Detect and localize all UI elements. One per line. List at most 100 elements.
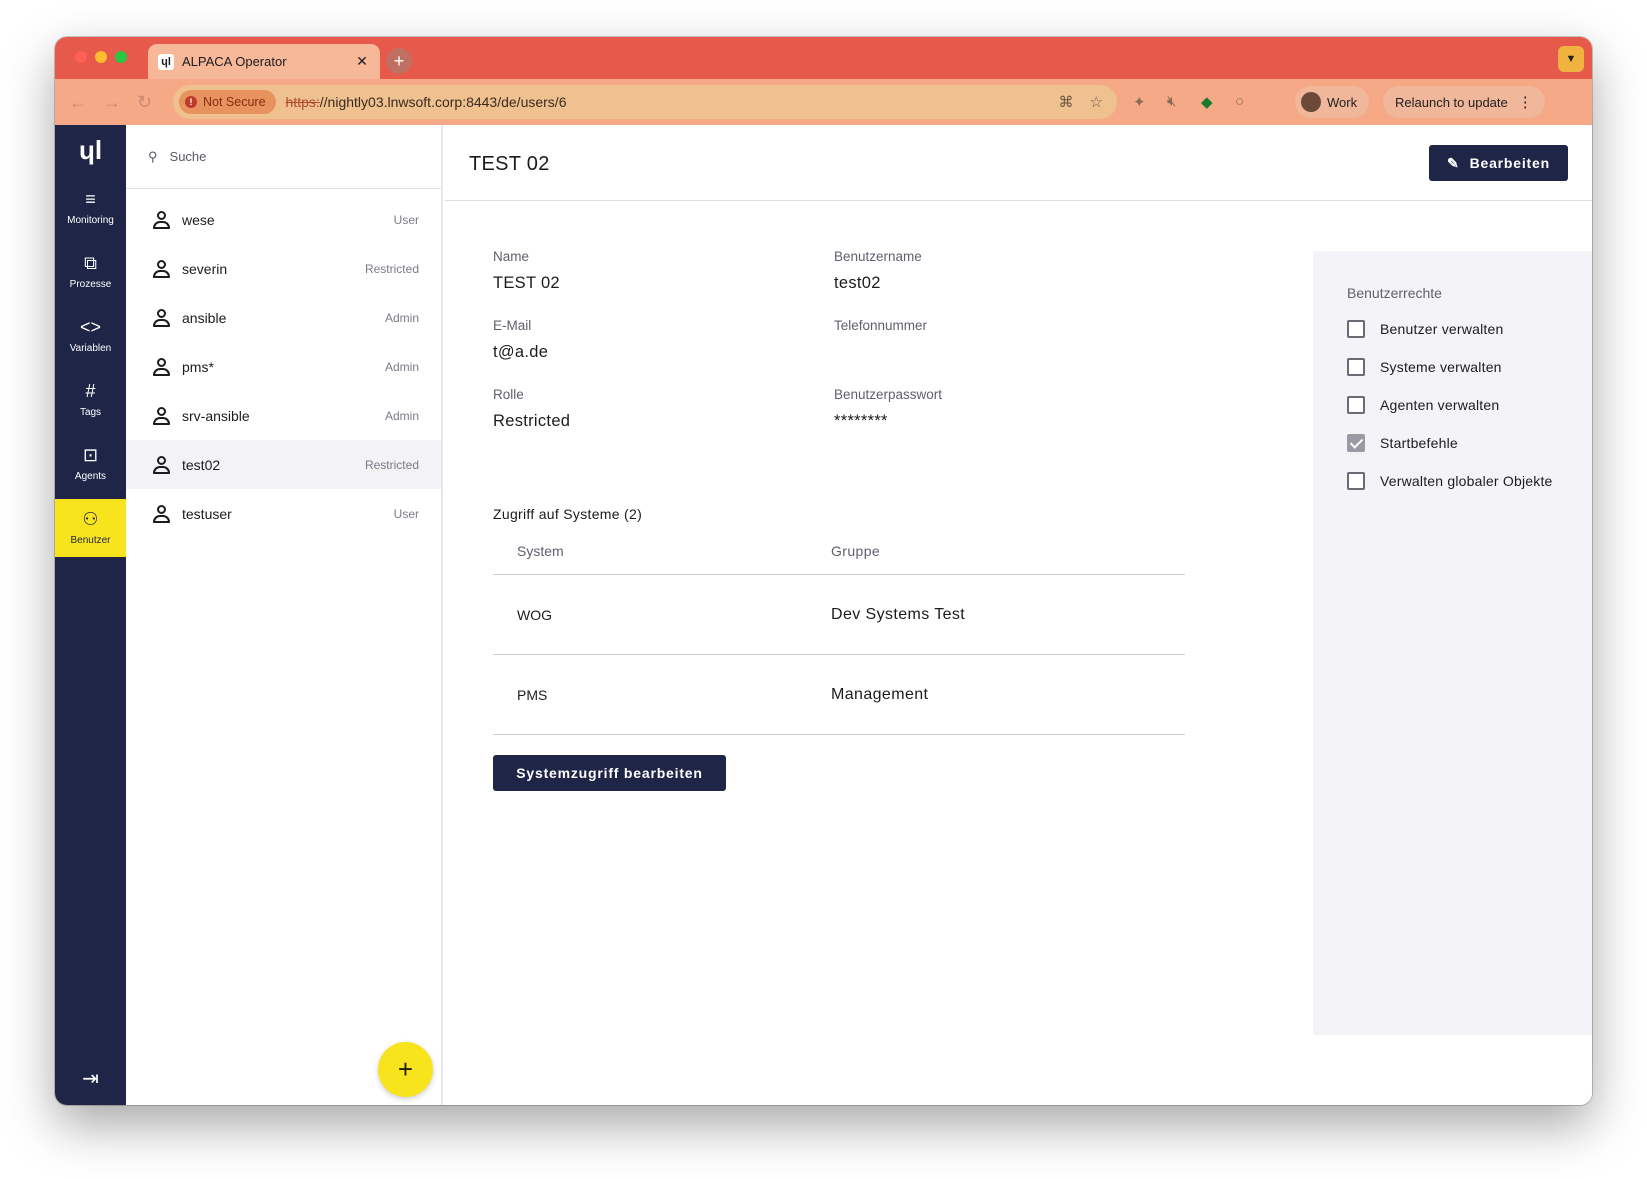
browser-toolbar: ← → ↻ ! Not Secure https://nightly03.lnw… [55, 79, 1592, 125]
checkbox-checked[interactable] [1347, 434, 1365, 452]
list-item-selected[interactable]: test02 Restricted [126, 440, 441, 489]
permission-label: Systeme verwalten [1380, 359, 1502, 375]
mute-icon[interactable]: 🔇︎ [1167, 93, 1176, 110]
field-role: Rolle Restricted [493, 387, 570, 431]
checkbox[interactable] [1347, 358, 1365, 376]
permission-manage-global-objects[interactable]: Verwalten globaler Objekte [1347, 471, 1553, 491]
hash-icon: # [85, 381, 96, 401]
search-field[interactable]: ⚲ Suche [126, 125, 441, 189]
user-name: ansible [182, 309, 227, 326]
user-icon [152, 357, 170, 376]
maximize-window-button[interactable] [115, 51, 127, 63]
nav-label: Monitoring [67, 215, 114, 226]
table-row: WOG Dev Systems Test [493, 575, 1185, 655]
permission-manage-agents[interactable]: Agenten verwalten [1347, 395, 1499, 415]
extension-faded-icon[interactable]: ○ [1235, 93, 1244, 110]
checkbox[interactable] [1347, 320, 1365, 338]
extension-green-icon[interactable]: ◆ [1201, 93, 1213, 111]
nav-rail: ɥl ≡ Monitoring ⧉ Prozesse <> Variablen … [55, 125, 126, 1105]
list-item[interactable]: srv-ansible Admin [126, 391, 441, 440]
field-phone: Telefonnummer [834, 318, 927, 343]
list-item[interactable]: wese User [126, 195, 441, 244]
user-list: wese User severin Restricted ansible Adm… [126, 189, 441, 538]
address-bar[interactable]: ! Not Secure https://nightly03.lnwsoft.c… [173, 85, 1117, 119]
back-icon[interactable]: ← [69, 92, 87, 113]
tab-close-icon[interactable]: ✕ [354, 53, 370, 70]
nav-label: Agents [74, 471, 107, 482]
system-cell: PMS [517, 686, 548, 703]
nav-agents[interactable]: ⊡ Agents [55, 435, 126, 495]
pencil-icon: ✎ [1447, 154, 1460, 171]
user-name: testuser [182, 505, 232, 522]
checkbox[interactable] [1347, 472, 1365, 490]
permission-label: Verwalten globaler Objekte [1380, 473, 1553, 489]
user-name: severin [182, 260, 228, 277]
nav-prozesse[interactable]: ⧉ Prozesse [55, 243, 126, 303]
minimize-window-button[interactable] [95, 51, 107, 63]
nav-benutzer[interactable]: ⚇ Benutzer [55, 499, 126, 557]
user-list-pane: ⚲ Suche wese User severin Restricted ans… [126, 125, 443, 1105]
user-icon [152, 406, 170, 425]
translate-icon[interactable]: ⌘ [1059, 93, 1074, 111]
user-role: Admin [384, 359, 419, 374]
url-path: //nightly03.lnwsoft.corp:8443/de/users/6 [319, 94, 567, 110]
nav-variablen[interactable]: <> Variablen [55, 307, 126, 367]
nav-monitoring[interactable]: ≡ Monitoring [55, 179, 126, 239]
close-window-button[interactable] [75, 51, 87, 63]
list-item[interactable]: testuser User [126, 489, 441, 538]
profile-name: Work [1327, 94, 1358, 110]
table-header: System Gruppe [493, 527, 1185, 575]
permission-manage-users[interactable]: Benutzer verwalten [1347, 319, 1503, 339]
field-password: Benutzerpasswort ******** [834, 387, 942, 431]
security-indicator[interactable]: ! Not Secure [179, 90, 276, 114]
nav-tags[interactable]: # Tags [55, 371, 126, 431]
user-icon: ⚇ [82, 509, 99, 529]
alpaca-favicon-icon: ɥl [158, 53, 174, 70]
add-user-button[interactable]: + [378, 1042, 433, 1097]
new-tab-button[interactable]: + [386, 48, 412, 74]
reload-icon[interactable]: ↻ [137, 92, 152, 113]
permission-label: Benutzer verwalten [1380, 321, 1504, 337]
permission-label: Startbefehle [1380, 435, 1458, 451]
tab-title: ALPACA Operator [182, 54, 287, 69]
user-name: pms* [182, 358, 214, 375]
detail-header: TEST 02 ✎ Bearbeiten [445, 125, 1592, 201]
profile-button[interactable]: Work [1295, 86, 1370, 118]
browser-tab[interactable]: ɥl ALPACA Operator ✕ [148, 44, 380, 79]
list-item[interactable]: ansible Admin [126, 293, 441, 342]
search-placeholder: Suche [169, 149, 207, 164]
relaunch-button[interactable]: Relaunch to update ⋮ [1383, 86, 1545, 118]
tab-search-button[interactable]: ▼ [1558, 46, 1584, 72]
security-label: Not Secure [203, 95, 266, 109]
field-name: Name TEST 02 [493, 249, 560, 293]
field-value: ******** [834, 412, 888, 430]
url-text[interactable]: https://nightly03.lnwsoft.corp:8443/de/u… [286, 94, 1051, 110]
relaunch-label: Relaunch to update [1395, 94, 1508, 110]
permission-label: Agenten verwalten [1380, 397, 1500, 413]
user-role: Admin [384, 408, 419, 423]
user-icon [152, 504, 170, 523]
menu-lines-icon: ≡ [85, 189, 96, 209]
forward-icon[interactable]: → [103, 92, 121, 113]
edit-system-access-button[interactable]: Systemzugriff bearbeiten [493, 755, 726, 791]
list-item[interactable]: pms* Admin [126, 342, 441, 391]
edit-button[interactable]: ✎ Bearbeiten [1429, 145, 1568, 181]
permission-manage-systems[interactable]: Systeme verwalten [1347, 357, 1502, 377]
page-title: TEST 02 [469, 153, 550, 175]
permission-start-commands[interactable]: Startbefehle [1347, 433, 1458, 453]
tab-bar: ɥl ALPACA Operator ✕ + ▼ [55, 37, 1592, 79]
extension-icon[interactable]: ✦ [1133, 93, 1146, 111]
field-value: t@a.de [493, 343, 549, 361]
more-menu-icon[interactable]: ⋮ [1518, 93, 1533, 111]
url-scheme: https: [285, 94, 320, 110]
list-item[interactable]: severin Restricted [126, 244, 441, 293]
system-cell: WOG [517, 606, 552, 623]
alpaca-logo-icon[interactable]: ɥl [55, 135, 126, 166]
user-role: Restricted [364, 261, 419, 276]
systems-section-title: Zugriff auf Systeme (2) [493, 506, 643, 522]
bookmark-star-icon[interactable]: ☆ [1090, 93, 1103, 111]
robot-icon: ⊡ [82, 445, 99, 465]
checkbox[interactable] [1347, 396, 1365, 414]
logout-icon[interactable]: ⇥ [55, 1066, 126, 1091]
nav-label: Benutzer [70, 535, 111, 546]
